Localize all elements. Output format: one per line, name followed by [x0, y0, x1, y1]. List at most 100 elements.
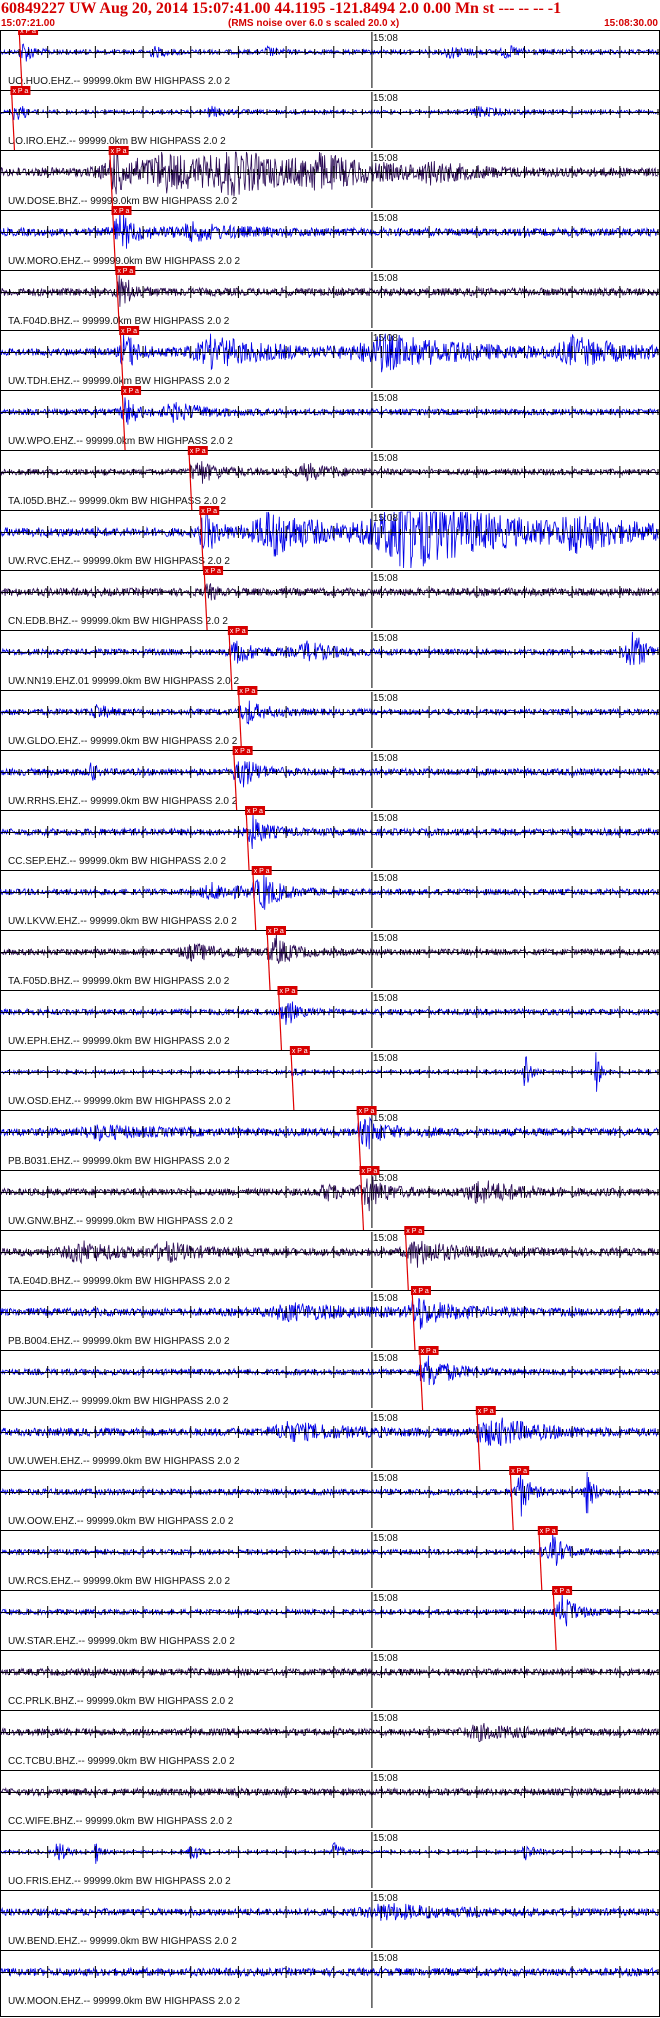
pick-label: x P a [235, 748, 251, 755]
station-label: UW.GNW.BHZ.-- 99999.0km BW HIGHPASS 2.0 … [8, 1216, 233, 1227]
station-label: UW.GLDO.EHZ.-- 99999.0km BW HIGHPASS 2.0… [8, 736, 238, 747]
minute-label: 15:08 [373, 93, 398, 104]
start-time-label: 15:07:21.00 [1, 18, 55, 29]
station-label: PB.B004.EHZ.-- 99999.0km BW HIGHPASS 2.0… [8, 1336, 230, 1347]
minute-label: 15:08 [373, 633, 398, 644]
minute-label: 15:08 [373, 1293, 398, 1304]
waveform-25 [0, 1534, 659, 1566]
station-label: UW.WPO.EHZ.-- 99999.0km BW HIGHPASS 2.0 … [8, 436, 233, 447]
station-label: UW.NN19.EHZ.01 99999.0km BW HIGHPASS 2.0… [8, 676, 239, 687]
pick-line [357, 1107, 362, 1171]
pick-line [237, 687, 243, 751]
station-label: CC.PRLK.BHZ.-- 99999.0km BW HIGHPASS 2.0… [8, 1696, 234, 1707]
station-label: TA.E04D.BHZ.-- 99999.0km BW HIGHPASS 2.0… [8, 1276, 230, 1287]
waveform-23 [0, 1417, 659, 1447]
minute-label: 15:08 [373, 513, 398, 524]
end-time-label: 15:08:30.00 [604, 18, 658, 29]
minute-label: 15:08 [373, 1833, 398, 1844]
station-label: TA.I05D.BHZ.-- 99999.0km BW HIGHPASS 2.0… [8, 496, 226, 507]
pick-label: x P a [117, 268, 133, 275]
rms-note: (RMS noise over 6.0 s scaled 20.0 x) [228, 18, 400, 29]
waveform-18 [0, 1116, 659, 1150]
station-label: UW.RRHS.EHZ.-- 99999.0km BW HIGHPASS 2.0… [8, 796, 238, 807]
pick-label: x P a [190, 448, 206, 455]
waveform-22 [0, 1355, 659, 1386]
station-label: UW.RVC.EHZ.-- 99999.0km BW HIGHPASS 2.0 … [8, 556, 230, 567]
waveform-13 [0, 814, 659, 850]
pick-label: x P a [201, 508, 217, 515]
waveform-2 [0, 151, 659, 197]
station-label: UO.HUO.EHZ.-- 99999.0km BW HIGHPASS 2.0 … [8, 76, 231, 87]
pick-label: x P a [254, 868, 270, 875]
station-label: TA.F05D.BHZ.-- 99999.0km BW HIGHPASS 2.0… [8, 976, 230, 987]
station-label: UW.OSD.EHZ.-- 99999.0km BW HIGHPASS 2.0 … [8, 1096, 231, 1107]
minute-label: 15:08 [373, 1473, 398, 1484]
minute-label: 15:08 [373, 933, 398, 944]
station-label: UW.BEND.EHZ.-- 99999.0km BW HIGHPASS 2.0… [8, 1936, 237, 1947]
waveform-14 [0, 873, 659, 910]
pick-label: x P a [279, 988, 295, 995]
minute-label: 15:08 [373, 873, 398, 884]
minute-label: 15:08 [373, 1653, 398, 1664]
minute-label: 15:08 [373, 1233, 398, 1244]
station-label: UW.LKVW.EHZ.-- 99999.0km BW HIGHPASS 2.0… [8, 916, 237, 927]
pick-label: x P a [247, 808, 263, 815]
minute-label: 15:08 [373, 393, 398, 404]
pick-line [252, 867, 257, 931]
pick-label: x P a [540, 1528, 556, 1535]
minute-label: 15:08 [373, 153, 398, 164]
minute-label: 15:08 [373, 1773, 398, 1784]
minute-label: 15:08 [373, 693, 398, 704]
pick-label: x P a [421, 1348, 437, 1355]
minute-label: 15:08 [373, 993, 398, 1004]
pick-label: x P a [239, 688, 255, 695]
minute-label: 15:08 [373, 1053, 398, 1064]
minute-label: 15:08 [373, 453, 398, 464]
waveform-20 [0, 1240, 659, 1268]
minute-label: 15:08 [373, 33, 398, 44]
pick-line [290, 1047, 295, 1111]
station-label: UW.DOSE.BHZ.-- 99999.0km BW HIGHPASS 2.0… [8, 196, 238, 207]
plot-frame [0, 30, 660, 2017]
waveform-30 [0, 1842, 659, 1864]
station-label: CN.EDB.BHZ.-- 99999.0km BW HIGHPASS 2.0 … [8, 616, 228, 627]
minute-label: 15:08 [373, 333, 398, 344]
pick-label: x P a [359, 1108, 375, 1115]
minute-label: 15:08 [373, 1893, 398, 1904]
station-label: CC.TCBU.BHZ.-- 99999.0km BW HIGHPASS 2.0… [8, 1756, 235, 1767]
pick-line [359, 1167, 365, 1231]
station-label: UW.JUN.EHZ.-- 99999.0km BW HIGHPASS 2.0 … [8, 1396, 229, 1407]
station-label: UW.TDH.EHZ.-- 99999.0km BW HIGHPASS 2.0 … [8, 376, 230, 387]
pick-line [404, 1227, 409, 1291]
pick-line [277, 987, 283, 1051]
station-label: UW.OOW.EHZ.-- 99999.0km BW HIGHPASS 2.0 … [8, 1516, 234, 1527]
pick-label: x P a [123, 388, 139, 395]
minute-label: 15:08 [373, 753, 398, 764]
waveform-19 [0, 1176, 659, 1212]
waveform-26 [0, 1592, 659, 1627]
event-title: 60849227 UW Aug 20, 2014 15:07:41.00 44.… [1, 0, 562, 17]
pick-label: x P a [554, 1588, 570, 1595]
pick-label: x P a [205, 568, 221, 575]
station-label: UW.MOON.EHZ.-- 99999.0km BW HIGHPASS 2.0… [8, 1996, 241, 2007]
waveform-24 [0, 1471, 659, 1517]
minute-label: 15:08 [373, 1593, 398, 1604]
waveform-16 [0, 1001, 659, 1025]
seismogram-traces: 15:08 UO.HUO.EHZ.-- 99999.0km BW HIGHPASS… [0, 30, 660, 2017]
station-label: UW.MORO.EHZ.-- 99999.0km BW HIGHPASS 2.0… [8, 256, 241, 267]
minute-label: 15:08 [373, 1353, 398, 1364]
pick-label: x P a [292, 1048, 308, 1055]
waveform-3 [0, 211, 659, 249]
pick-label: x P a [121, 328, 137, 335]
minute-label: 15:08 [373, 1413, 398, 1424]
station-label: UO.IRO.EHZ.-- 99999.0km BW HIGHPASS 2.0 … [8, 136, 226, 147]
minute-label: 15:08 [373, 573, 398, 584]
minute-label: 15:08 [373, 273, 398, 284]
station-label: CC.SEP.EHZ.-- 99999.0km BW HIGHPASS 2.0 … [8, 856, 226, 867]
seismogram-page: 60849227 UW Aug 20, 2014 15:07:41.00 44.… [0, 0, 660, 2018]
station-label: UW.RCS.EHZ.-- 99999.0km BW HIGHPASS 2.0 … [8, 1576, 231, 1587]
station-label: UO.FRIS.EHZ.-- 99999.0km BW HIGHPASS 2.0… [8, 1876, 231, 1887]
waveform-12 [0, 761, 659, 788]
pick-label: x P a [406, 1228, 422, 1235]
waveform-15 [0, 933, 659, 964]
